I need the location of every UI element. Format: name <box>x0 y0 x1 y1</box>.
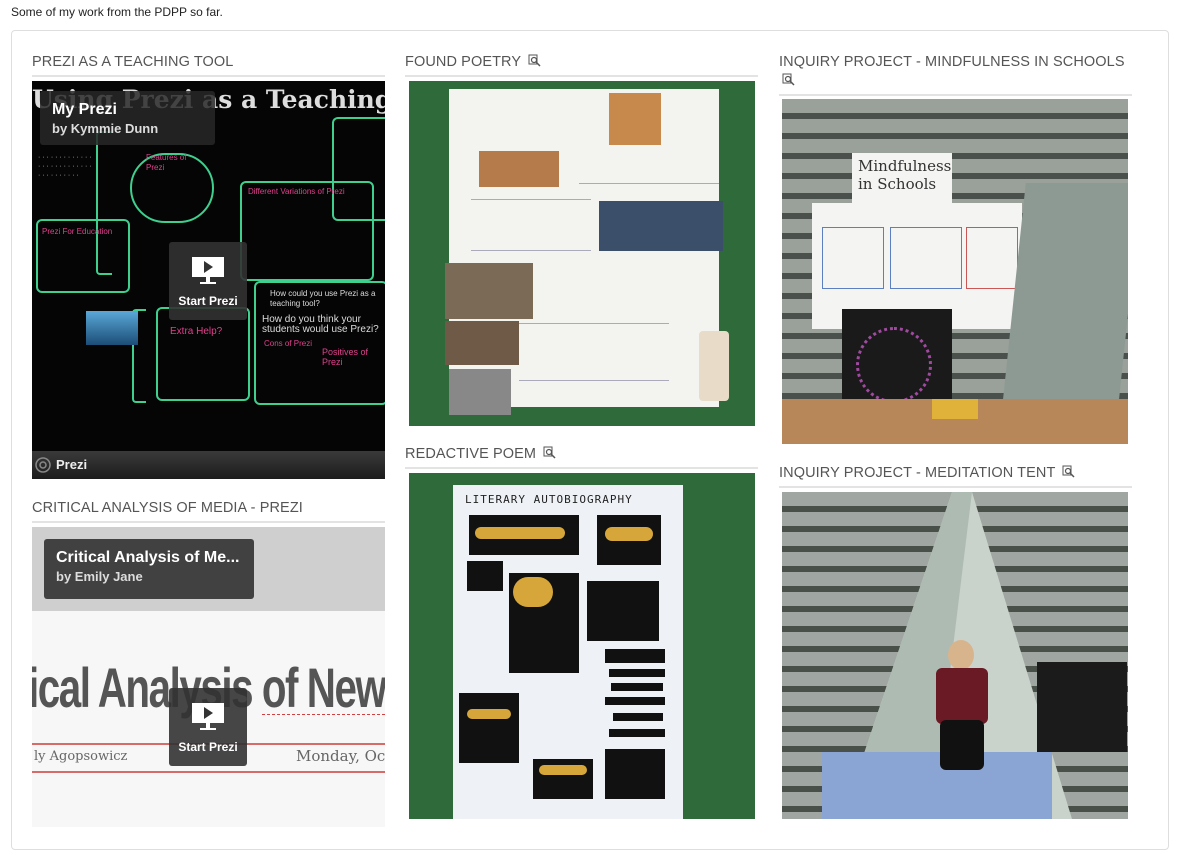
item-title-label: FOUND POETRY <box>405 54 521 70</box>
magnify-icon[interactable] <box>782 73 795 86</box>
prezi-canvas-text: Extra Help? <box>170 326 223 337</box>
play-screen-icon <box>192 703 224 730</box>
shark-thumbnail <box>86 311 138 345</box>
redacted-block <box>467 561 503 591</box>
column-1-item-2: CRITICAL ANALYSIS OF MEDIA - PREZI <box>32 499 385 523</box>
redacted-block <box>609 669 665 677</box>
book <box>932 399 978 419</box>
poster-handwriting <box>471 199 591 251</box>
item-title-found-poetry: FOUND POETRY <box>405 53 758 77</box>
highlight-block <box>475 527 565 539</box>
prezi-embed-critical-analysis[interactable]: ical Analysis of Newsme ly Agopsowicz Mo… <box>32 527 385 827</box>
item-title-label: PREZI AS A TEACHING TOOL <box>32 54 234 70</box>
redacted-block <box>611 683 663 691</box>
item-title-critical-analysis: CRITICAL ANALYSIS OF MEDIA - PREZI <box>32 499 385 523</box>
column-3-item-2: INQUIRY PROJECT - MEDITATION TENT <box>779 464 1132 488</box>
prezi-canvas-text: Cons of Prezi <box>264 339 313 348</box>
poster-photo <box>599 201 723 251</box>
item-title-label: REDACTIVE POEM <box>405 446 537 462</box>
item-title-redactive-poem: REDACTIVE POEM <box>405 445 758 469</box>
person-body <box>936 668 988 724</box>
prezi-info-card: Critical Analysis of Me... by Emily Jane <box>44 539 254 599</box>
redacted-block <box>613 713 663 721</box>
start-prezi-label: Start Prezi <box>178 740 238 754</box>
highlight-block <box>513 577 553 607</box>
highlight-block <box>605 527 653 541</box>
start-prezi-button[interactable]: Start Prezi <box>169 688 247 766</box>
prezi-card-author: by Kymmie Dunn <box>52 121 159 136</box>
poster-photo <box>445 263 533 319</box>
board-card <box>966 227 1018 289</box>
poster-photo <box>445 321 519 365</box>
prezi-canvas-text: How could you use Prezi as a teaching to… <box>270 289 376 308</box>
person-head <box>948 640 974 670</box>
magnify-icon[interactable] <box>528 54 541 67</box>
item-title-label: INQUIRY PROJECT - MEDITATION TENT <box>779 465 1056 481</box>
prezi-info-card: My Prezi by Kymmie Dunn <box>40 91 215 145</box>
item-title-label: INQUIRY PROJECT - MINDFULNESS IN SCHOOLS <box>779 54 1125 70</box>
red-rule-bottom <box>32 771 385 773</box>
mindfulness-image[interactable]: Mindfulness in Schools <box>782 99 1128 444</box>
prezi-canvas-text: Positives of Prezi <box>322 347 369 367</box>
prezi-neon-bracket <box>332 117 385 221</box>
prezi-date: Monday, Oc <box>296 747 385 765</box>
magnify-icon[interactable] <box>1062 465 1075 478</box>
prezi-neon-frame <box>156 307 250 401</box>
prezi-card-title: Critical Analysis of Me... <box>56 549 240 566</box>
mandala-graphic <box>856 327 932 403</box>
start-prezi-label: Start Prezi <box>178 294 238 308</box>
prezi-card-title: My Prezi <box>52 101 117 118</box>
column-2: FOUND POETRY <box>405 53 758 77</box>
column-2-item-2: REDACTIVE POEM <box>405 445 758 469</box>
prezi-canvas-text: Prezi For Education <box>42 227 113 236</box>
poster-photo <box>609 93 661 145</box>
redacted-block <box>605 749 665 799</box>
prezi-neon-bracket <box>96 131 112 275</box>
board-card <box>822 227 884 289</box>
prezi-byline: ly Agopsowicz <box>34 749 128 764</box>
redacted-block <box>605 649 665 663</box>
prezi-footer-bar: Prezi <box>32 451 385 479</box>
highlight-block <box>467 709 511 719</box>
seated-person <box>930 640 994 770</box>
meditation-tent-image[interactable] <box>782 492 1128 819</box>
poster-handwriting <box>519 323 669 381</box>
poster-handwriting <box>579 155 719 184</box>
intro-text: Some of my work from the PDPP so far. <box>11 5 223 19</box>
redacted-block <box>459 693 519 763</box>
board-card <box>890 227 962 289</box>
red-dash-line <box>262 714 385 715</box>
item-title-mindfulness: INQUIRY PROJECT - MINDFULNESS IN SCHOOLS <box>779 53 1132 96</box>
prezi-canvas-text: Features of Prezi <box>146 153 187 172</box>
prezi-bar-label: Prezi <box>56 457 88 472</box>
start-prezi-button[interactable]: Start Prezi <box>169 242 247 320</box>
poster-heading: LITERARY AUTOBIOGRAPHY <box>465 493 633 506</box>
prezi-canvas-scribble: · · · · · · · · · · · · · · · · · · · · … <box>38 154 92 179</box>
prezi-card-author: by Emily Jane <box>56 569 143 584</box>
redacted-block <box>605 697 665 705</box>
prezi-canvas-text: Different Variations of Prezi <box>248 187 345 196</box>
highlight-block <box>539 765 587 775</box>
portfolio-panel: PREZI AS A TEACHING TOOL Using Prezi as … <box>11 30 1169 850</box>
play-screen-icon <box>192 257 224 284</box>
column-1: PREZI AS A TEACHING TOOL <box>32 53 385 77</box>
prezi-canvas-text: How do you think your students would use… <box>262 314 379 335</box>
poster-photo <box>479 151 559 187</box>
redacted-block <box>609 729 665 737</box>
person-legs <box>940 720 984 770</box>
item-title-label: CRITICAL ANALYSIS OF MEDIA - PREZI <box>32 500 303 516</box>
redactive-poem-image[interactable]: LITERARY AUTOBIOGRAPHY <box>409 473 755 819</box>
poster-photo <box>699 331 729 401</box>
item-title-meditation-tent: INQUIRY PROJECT - MEDITATION TENT <box>779 464 1132 488</box>
found-poetry-image[interactable] <box>409 81 755 426</box>
magnify-icon[interactable] <box>543 446 556 459</box>
board-heading: Mindfulness in Schools <box>858 157 952 193</box>
prezi-logo-icon <box>35 457 51 473</box>
redacted-block <box>587 581 659 641</box>
prezi-embed-teaching-tool[interactable]: Using Prezi as a Teaching Tool Features … <box>32 81 385 479</box>
item-title-prezi-teaching: PREZI AS A TEACHING TOOL <box>32 53 385 77</box>
column-3: INQUIRY PROJECT - MINDFULNESS IN SCHOOLS <box>779 53 1132 96</box>
poster-photo <box>449 369 511 415</box>
